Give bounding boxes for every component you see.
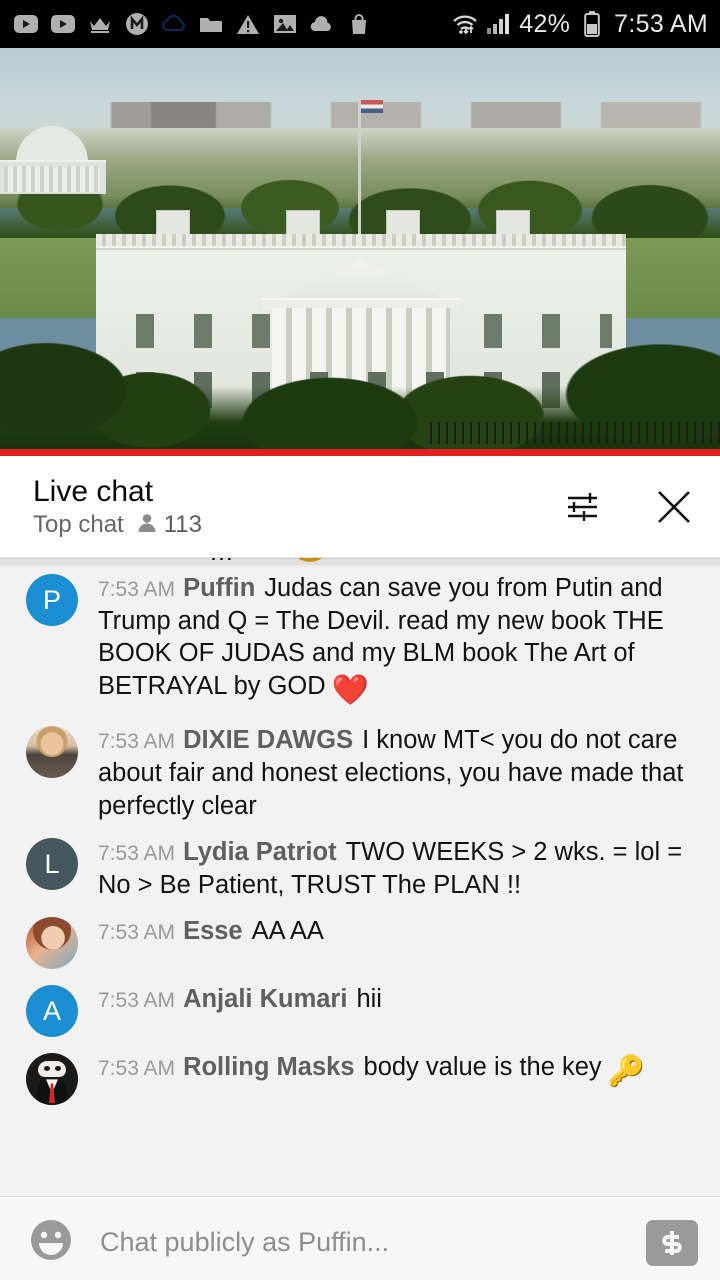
chat-composer: [0, 1196, 720, 1280]
viewer-count-group: 113: [136, 511, 202, 539]
message-emoji: 🔑: [607, 1055, 646, 1089]
avatar[interactable]: A: [26, 985, 78, 1038]
message-timestamp: 7:53 AM: [98, 842, 176, 866]
page-title: Live chat: [33, 475, 154, 508]
chat-message-row[interactable]: 7:53 AM Rolling Masks body value is the ke…: [0, 1043, 720, 1111]
clipped-message-emoji: [290, 558, 330, 562]
video-fence: [430, 422, 720, 444]
chat-header-subrow: Top chat 113: [33, 511, 202, 539]
wifi-icon: [451, 10, 479, 38]
chat-input[interactable]: [100, 1227, 632, 1258]
crown-icon: [86, 10, 114, 38]
message-emoji: ❤️: [331, 673, 370, 707]
warning-triangle-icon: [234, 10, 262, 38]
youtube-icon: [12, 10, 40, 38]
chat-message-row[interactable]: P 7:53 AM Puffin Judas can save you from Pu…: [0, 564, 720, 716]
chat-mode-label[interactable]: Top chat: [33, 511, 124, 539]
chat-header-texts: Live chat Top chat 113: [33, 475, 202, 539]
chat-header-actions: [560, 483, 698, 531]
chat-message-body: 7:53 AM Rolling Masks body value is the ke…: [98, 1049, 645, 1091]
clipped-message-text: ...: [210, 558, 234, 562]
battery-icon: [578, 10, 606, 38]
sliders-icon[interactable]: [560, 483, 608, 531]
video-progress-bar[interactable]: [0, 449, 720, 456]
chat-message-row[interactable]: L 7:53 AM Lydia Patriot TWO WEEKS > 2 wks. …: [0, 828, 720, 907]
status-bar-clock: 7:53 AM: [614, 9, 708, 38]
chat-message-body: 7:53 AM Lydia Patriot TWO WEEKS > 2 wks. =…: [98, 834, 698, 901]
message-author[interactable]: Rolling Masks: [183, 1053, 354, 1081]
avatar[interactable]: P: [26, 574, 78, 626]
message-author[interactable]: Esse: [183, 917, 243, 945]
folder-icon: [197, 10, 225, 38]
viewer-count: 113: [163, 511, 202, 538]
status-bar-right-icons: 42% 7:53 AM: [451, 10, 708, 39]
chat-message-body: 7:53 AM Anjali Kumari hii: [98, 981, 382, 1016]
chat-message-row[interactable]: A 7:53 AM Anjali Kumari hii: [0, 975, 720, 1043]
status-bar: 42% 7:53 AM: [0, 0, 720, 48]
person-icon: [136, 512, 158, 539]
message-timestamp: 7:53 AM: [98, 730, 176, 754]
close-icon[interactable]: [650, 483, 698, 531]
chat-message-list[interactable]: ... P7:53 AMPuffinJudas can save you fro…: [0, 558, 720, 1196]
image-icon: [271, 10, 299, 38]
clipped-message-above: ...: [0, 558, 720, 562]
signal-bars-icon: [485, 10, 513, 38]
chat-message-row[interactable]: 7:53 AM DIXIE DAWGS I know MT< you do not …: [0, 716, 720, 828]
message-timestamp: 7:53 AM: [98, 921, 176, 945]
avatar[interactable]: [26, 726, 78, 779]
live-chat-header: Live chat Top chat 113: [0, 456, 720, 558]
message-timestamp: 7:53 AM: [98, 989, 176, 1013]
jefferson-memorial: [0, 126, 114, 196]
emoji-smiley-icon[interactable]: [28, 1217, 74, 1268]
battery-percent-label: 42%: [519, 9, 571, 38]
avatar[interactable]: [26, 1053, 78, 1106]
message-text: hii: [356, 985, 382, 1014]
message-author[interactable]: Anjali Kumari: [183, 985, 347, 1013]
m-circle-icon: [123, 10, 151, 38]
chat-message-body: 7:53 AM Puffin Judas can save you from Put…: [98, 570, 698, 710]
youtube-icon-2: [49, 10, 77, 38]
chat-message-body: 7:53 AM DIXIE DAWGS I know MT< you do not …: [98, 722, 698, 822]
cloud-outline-icon: [160, 10, 188, 38]
message-timestamp: 7:53 AM: [98, 1057, 176, 1081]
message-author[interactable]: Lydia Patriot: [183, 838, 337, 866]
message-author[interactable]: Puffin: [183, 574, 255, 602]
message-text: AA AA: [251, 917, 324, 946]
status-bar-left-icons: [12, 10, 373, 38]
video-player[interactable]: [0, 48, 720, 456]
dollar-icon[interactable]: [646, 1219, 698, 1266]
message-text: body value is the key: [363, 1053, 602, 1082]
chat-message-body: 7:53 AM Esse AA AA: [98, 913, 324, 948]
chat-message-row[interactable]: 7:53 AM Esse AA AA: [0, 907, 720, 975]
message-author[interactable]: DIXIE DAWGS: [183, 726, 353, 754]
message-timestamp: 7:53 AM: [98, 578, 176, 601]
cloud-filled-icon: [308, 10, 336, 38]
avatar[interactable]: [26, 917, 78, 970]
avatar[interactable]: L: [26, 838, 78, 891]
shopping-bag-icon: [345, 10, 373, 38]
